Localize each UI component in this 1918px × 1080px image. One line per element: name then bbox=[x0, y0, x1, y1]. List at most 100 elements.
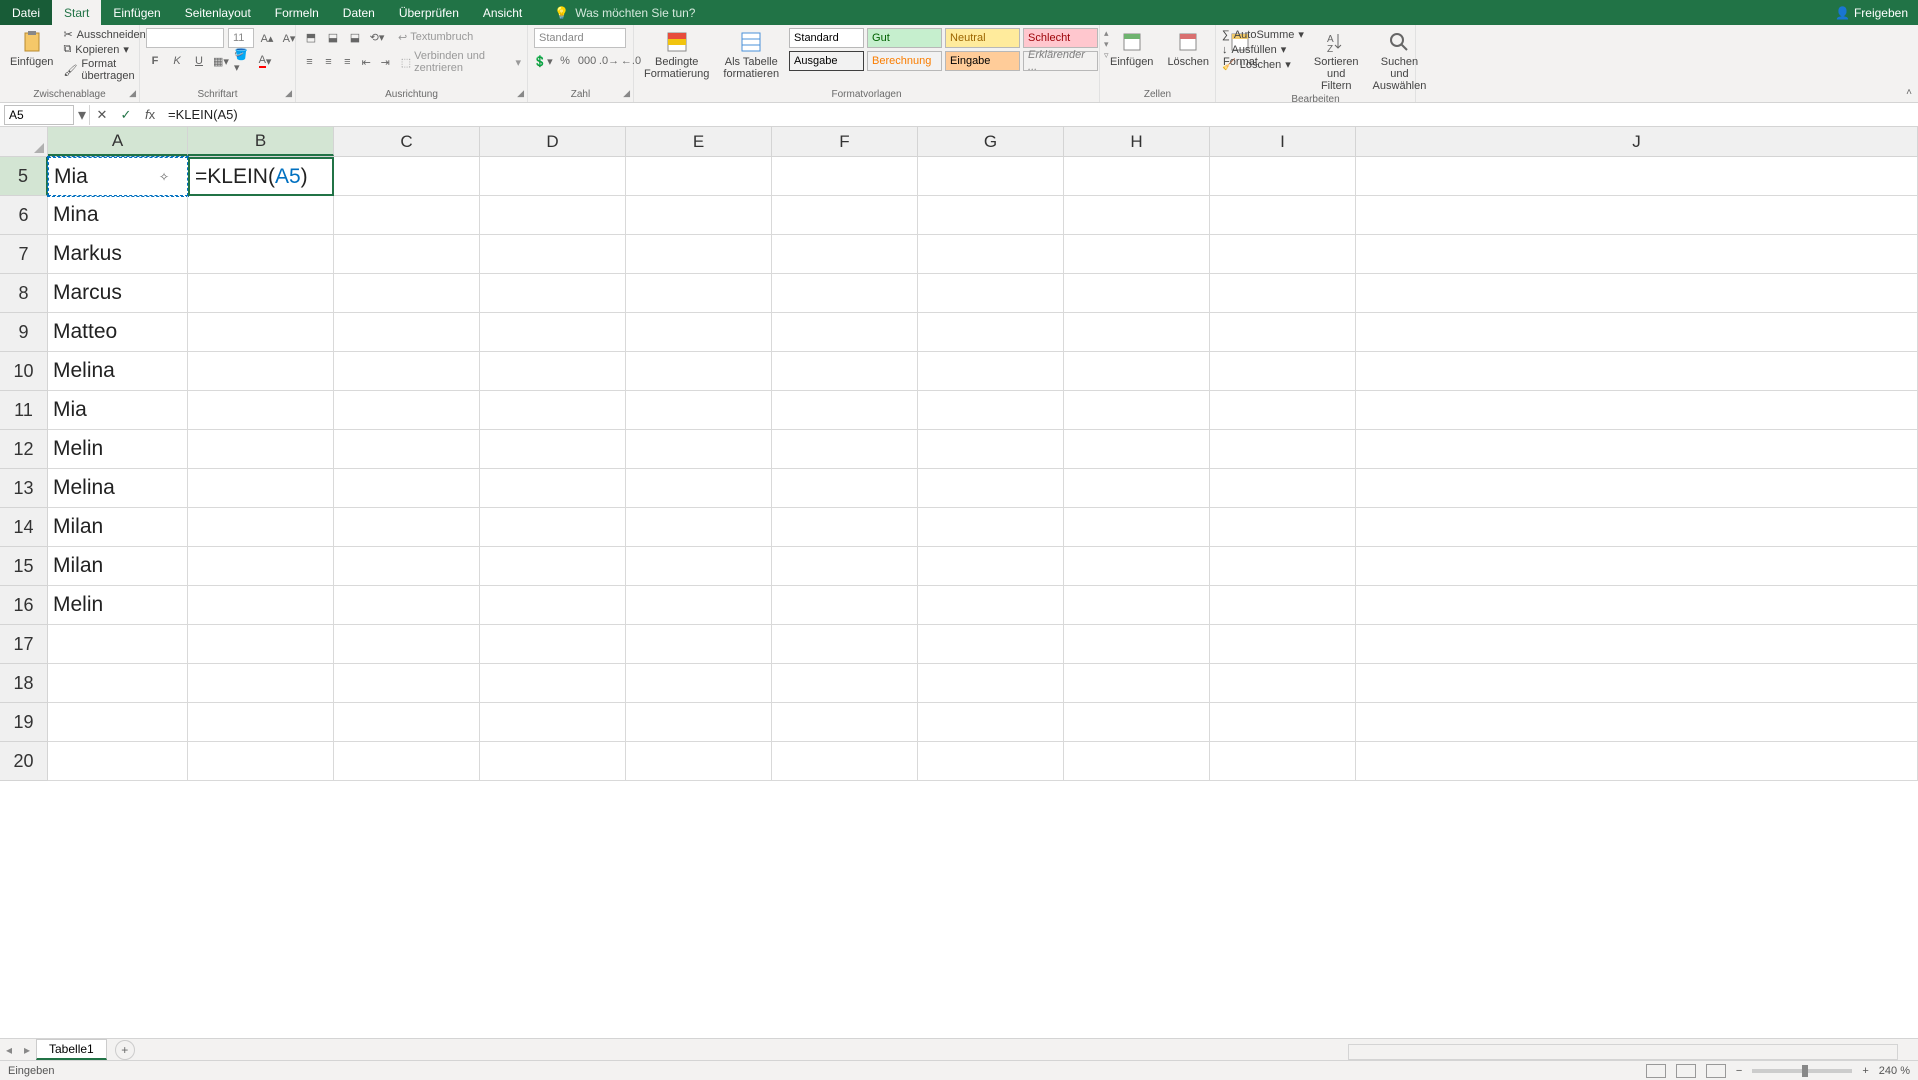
align-bottom-icon[interactable]: ⬓ bbox=[346, 28, 364, 46]
copy-button[interactable]: ⧉Kopieren▾ bbox=[63, 43, 145, 56]
cell[interactable] bbox=[626, 391, 772, 430]
cell[interactable] bbox=[1356, 313, 1918, 352]
row-header[interactable]: 10 bbox=[0, 352, 48, 391]
accounting-format-icon[interactable]: 💲▾ bbox=[534, 52, 552, 70]
border-button[interactable]: ▦▾ bbox=[212, 52, 230, 70]
cut-button[interactable]: ✂Ausschneiden bbox=[63, 28, 145, 41]
cell[interactable] bbox=[1356, 274, 1918, 313]
style-ausgabe[interactable]: Ausgabe bbox=[789, 51, 864, 71]
cell[interactable] bbox=[1356, 742, 1918, 781]
cell[interactable] bbox=[626, 235, 772, 274]
font-color-button[interactable]: A▾ bbox=[256, 52, 274, 70]
cell[interactable] bbox=[918, 508, 1064, 547]
tab-start[interactable]: Start bbox=[52, 0, 101, 25]
cell[interactable] bbox=[188, 664, 334, 703]
cell[interactable] bbox=[480, 157, 626, 196]
cell[interactable] bbox=[626, 430, 772, 469]
cell[interactable] bbox=[188, 547, 334, 586]
autosum-button[interactable]: ∑AutoSumme▾ bbox=[1222, 28, 1304, 41]
name-box-dropdown-icon[interactable]: ▾ bbox=[78, 105, 90, 125]
sort-filter-button[interactable]: AZSortieren und Filtern bbox=[1310, 28, 1363, 94]
row-header[interactable]: 11 bbox=[0, 391, 48, 430]
cell[interactable]: Melin bbox=[48, 430, 188, 469]
cell[interactable] bbox=[1210, 352, 1356, 391]
cell[interactable] bbox=[772, 664, 918, 703]
cell-styles-gallery[interactable]: Standard Gut Neutral Schlecht Ausgabe Be… bbox=[789, 28, 1098, 71]
cell[interactable] bbox=[1064, 274, 1210, 313]
font-dialog-launcher[interactable]: ◢ bbox=[285, 88, 292, 99]
cell[interactable] bbox=[918, 352, 1064, 391]
cell[interactable] bbox=[1356, 469, 1918, 508]
cell[interactable] bbox=[188, 508, 334, 547]
cell[interactable] bbox=[1064, 469, 1210, 508]
row-header[interactable]: 14 bbox=[0, 508, 48, 547]
bold-button[interactable]: F bbox=[146, 52, 164, 70]
cell[interactable] bbox=[772, 586, 918, 625]
cell[interactable] bbox=[772, 274, 918, 313]
cell[interactable] bbox=[480, 352, 626, 391]
cell[interactable] bbox=[772, 352, 918, 391]
cell[interactable] bbox=[480, 430, 626, 469]
cell[interactable] bbox=[188, 469, 334, 508]
row-header[interactable]: 13 bbox=[0, 469, 48, 508]
cell[interactable] bbox=[1064, 547, 1210, 586]
row-header[interactable]: 19 bbox=[0, 703, 48, 742]
cell[interactable] bbox=[1356, 430, 1918, 469]
clear-button[interactable]: 🧹Löschen▾ bbox=[1222, 58, 1304, 71]
row-header[interactable]: 17 bbox=[0, 625, 48, 664]
cell[interactable]: Mina bbox=[48, 196, 188, 235]
cell[interactable] bbox=[1210, 196, 1356, 235]
row-header[interactable]: 15 bbox=[0, 547, 48, 586]
cell[interactable] bbox=[334, 469, 480, 508]
row-header[interactable]: 9 bbox=[0, 313, 48, 352]
cell[interactable] bbox=[188, 625, 334, 664]
fill-color-button[interactable]: 🪣▾ bbox=[234, 52, 252, 70]
font-name-combo[interactable] bbox=[146, 28, 224, 48]
cell[interactable] bbox=[480, 391, 626, 430]
cell[interactable] bbox=[480, 274, 626, 313]
cell[interactable] bbox=[626, 625, 772, 664]
cell[interactable]: Melin bbox=[48, 586, 188, 625]
format-as-table-button[interactable]: Als Tabelle formatieren bbox=[719, 28, 783, 82]
cell[interactable] bbox=[1064, 352, 1210, 391]
cell[interactable] bbox=[1356, 196, 1918, 235]
cell[interactable] bbox=[334, 547, 480, 586]
cell[interactable] bbox=[334, 703, 480, 742]
cell[interactable] bbox=[1064, 586, 1210, 625]
row-header[interactable]: 5 bbox=[0, 157, 48, 196]
row-header[interactable]: 20 bbox=[0, 742, 48, 781]
cell[interactable] bbox=[1356, 547, 1918, 586]
cell[interactable]: Milan bbox=[48, 547, 188, 586]
cell[interactable] bbox=[918, 469, 1064, 508]
cell[interactable] bbox=[1356, 235, 1918, 274]
cell[interactable] bbox=[626, 547, 772, 586]
align-left-icon[interactable]: ≡ bbox=[302, 53, 317, 71]
cell[interactable] bbox=[334, 742, 480, 781]
cell[interactable] bbox=[1210, 664, 1356, 703]
orientation-icon[interactable]: ⟲▾ bbox=[368, 28, 386, 46]
cell[interactable] bbox=[480, 664, 626, 703]
col-header-f[interactable]: F bbox=[772, 127, 918, 156]
cell[interactable] bbox=[334, 391, 480, 430]
cell[interactable] bbox=[48, 664, 188, 703]
cell[interactable] bbox=[626, 664, 772, 703]
cell[interactable] bbox=[188, 703, 334, 742]
cell[interactable] bbox=[772, 235, 918, 274]
row-header[interactable]: 18 bbox=[0, 664, 48, 703]
fill-button[interactable]: ↓Ausfüllen▾ bbox=[1222, 43, 1304, 56]
cell[interactable] bbox=[1064, 508, 1210, 547]
cell[interactable] bbox=[772, 196, 918, 235]
cell[interactable] bbox=[626, 352, 772, 391]
zoom-in-button[interactable]: + bbox=[1862, 1065, 1868, 1077]
cell[interactable] bbox=[626, 469, 772, 508]
style-gut[interactable]: Gut bbox=[867, 28, 942, 48]
row-header[interactable]: 7 bbox=[0, 235, 48, 274]
cell[interactable] bbox=[626, 274, 772, 313]
merge-center-button[interactable]: ⬚Verbinden und zentrieren▾ bbox=[401, 50, 521, 74]
cell[interactable] bbox=[1210, 313, 1356, 352]
cell[interactable] bbox=[1064, 703, 1210, 742]
cell[interactable] bbox=[626, 703, 772, 742]
row-header[interactable]: 12 bbox=[0, 430, 48, 469]
insert-cells-button[interactable]: Einfügen bbox=[1106, 28, 1157, 70]
col-header-b[interactable]: B bbox=[188, 127, 334, 156]
